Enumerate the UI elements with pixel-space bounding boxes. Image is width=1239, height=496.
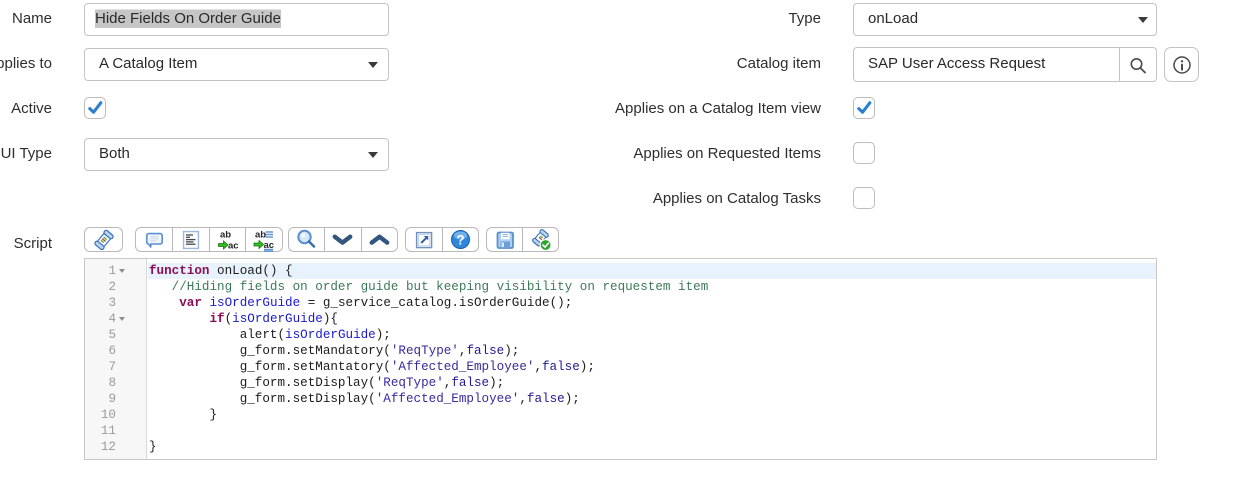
svg-text:ab: ab [255, 229, 266, 240]
svg-text:?: ? [456, 233, 464, 248]
svg-text:ac: ac [228, 240, 239, 251]
svg-text:ab: ab [220, 229, 231, 240]
